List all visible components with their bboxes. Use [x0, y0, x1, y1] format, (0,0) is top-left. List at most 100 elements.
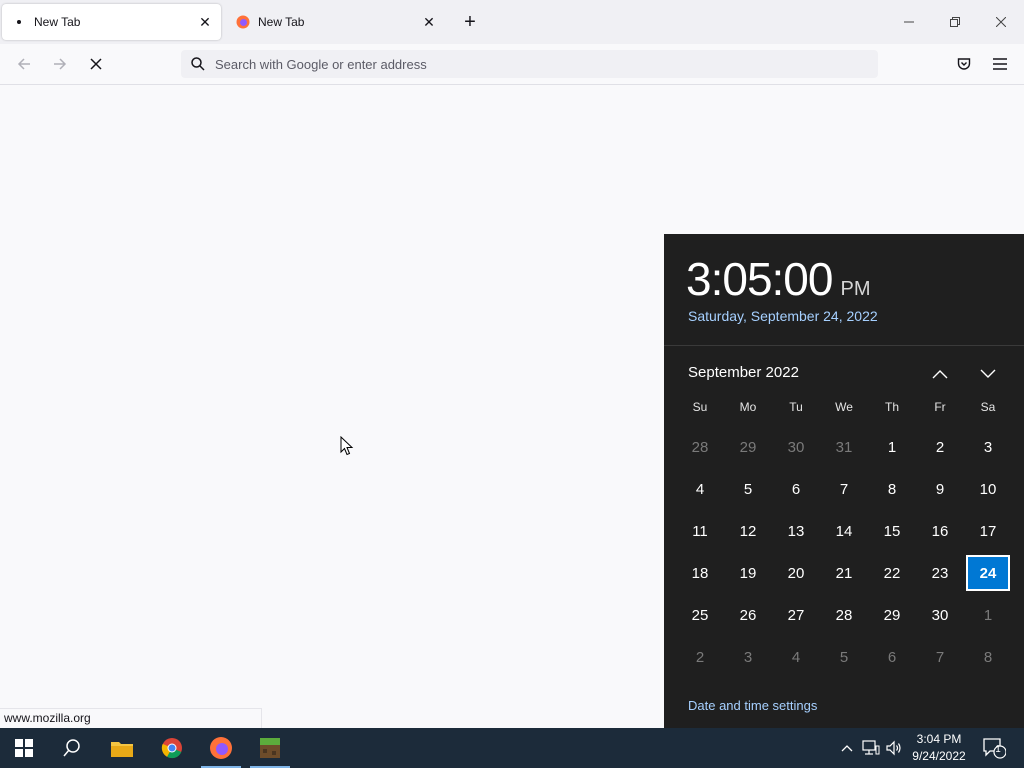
calendar-week-row: 28 29 30 31 1 2 3 — [676, 426, 1012, 468]
calendar-day[interactable]: 12 — [724, 510, 772, 552]
network-icon[interactable] — [860, 728, 882, 768]
calendar-day[interactable]: 19 — [724, 552, 772, 594]
tab-title: New Tab — [258, 15, 305, 29]
taskbar-date: 9/24/2022 — [912, 749, 966, 763]
date-time-settings-link[interactable]: Date and time settings — [688, 698, 817, 713]
calendar-grid: Su Mo Tu We Th Fr Sa 28 29 30 31 1 2 3 4… — [676, 400, 1012, 678]
calendar-day[interactable]: 1 — [964, 594, 1012, 636]
volume-icon[interactable] — [884, 728, 904, 768]
weekday-label: Sa — [980, 400, 996, 414]
calendar-day[interactable]: 16 — [916, 510, 964, 552]
tab-new-tab-1[interactable]: New Tab ✕ — [2, 4, 221, 40]
forward-arrow-icon[interactable] — [48, 52, 72, 76]
calendar-day[interactable]: 5 — [724, 468, 772, 510]
loading-dot-icon — [12, 15, 26, 29]
calendar-week-row: 2 3 4 5 6 7 8 — [676, 636, 1012, 678]
weekday-label: Fr — [934, 400, 946, 414]
calendar-day[interactable]: 11 — [676, 510, 724, 552]
weekday-label: We — [835, 400, 853, 414]
firefox-taskbar-icon[interactable] — [197, 728, 245, 768]
flyout-time: 3:05:00 PM — [686, 253, 871, 305]
calendar-day[interactable]: 20 — [772, 552, 820, 594]
calendar-day[interactable]: 9 — [916, 468, 964, 510]
weekday-header-row: Su Mo Tu We Th Fr Sa — [676, 400, 1012, 426]
address-bar[interactable]: Search with Google or enter address — [181, 50, 878, 78]
show-hidden-icons-chevron-icon[interactable] — [838, 728, 856, 768]
tab-close-icon[interactable]: ✕ — [195, 12, 215, 32]
calendar-day[interactable]: 2 — [676, 636, 724, 678]
tab-new-tab-2[interactable]: New Tab ✕ — [226, 4, 445, 40]
file-explorer-icon[interactable] — [98, 728, 146, 768]
mouse-cursor-icon — [340, 436, 354, 456]
stop-loading-icon[interactable] — [84, 52, 108, 76]
notification-count-badge: 1 — [995, 744, 1001, 755]
calendar-day[interactable]: 4 — [772, 636, 820, 678]
search-magnifier-icon[interactable] — [48, 728, 96, 768]
weekday-label: Su — [692, 400, 708, 414]
restore-icon[interactable] — [932, 0, 978, 44]
calendar-day[interactable]: 25 — [676, 594, 724, 636]
next-month-chevron-down-icon[interactable] — [976, 362, 1000, 386]
calendar-day[interactable]: 4 — [676, 468, 724, 510]
action-center-icon[interactable]: 1 — [978, 728, 1010, 768]
tab-close-icon[interactable]: ✕ — [419, 12, 439, 32]
calendar-day[interactable]: 6 — [772, 468, 820, 510]
flyout-ampm: PM — [840, 278, 871, 300]
calendar-day[interactable]: 22 — [868, 552, 916, 594]
new-tab-plus-icon[interactable]: + — [458, 10, 482, 34]
calendar-day[interactable]: 29 — [724, 426, 772, 468]
pocket-icon[interactable] — [952, 52, 976, 76]
taskbar: 3:04 PM 9/24/2022 1 — [0, 728, 1024, 768]
calendar-week-row: 18 19 20 21 22 23 24 — [676, 552, 1012, 594]
calendar-day[interactable]: 29 — [868, 594, 916, 636]
calendar-day[interactable]: 10 — [964, 468, 1012, 510]
close-window-icon[interactable] — [978, 0, 1024, 44]
calendar-day[interactable]: 8 — [868, 468, 916, 510]
calendar-day[interactable]: 5 — [820, 636, 868, 678]
calendar-day[interactable]: 8 — [964, 636, 1012, 678]
calendar-day[interactable]: 30 — [772, 426, 820, 468]
previous-month-chevron-up-icon[interactable] — [928, 362, 952, 386]
calendar-day[interactable]: 1 — [868, 426, 916, 468]
weekday-label: Mo — [739, 400, 757, 414]
minimize-icon[interactable] — [886, 0, 932, 44]
calendar-day[interactable]: 6 — [868, 636, 916, 678]
weekday-label: Th — [884, 400, 899, 414]
taskbar-time: 3:04 PM — [916, 732, 962, 746]
calendar-day[interactable]: 21 — [820, 552, 868, 594]
minecraft-icon[interactable] — [246, 728, 294, 768]
calendar-day[interactable]: 14 — [820, 510, 868, 552]
navigation-toolbar: Search with Google or enter address — [0, 44, 1024, 85]
calendar-day-today[interactable]: 24 — [966, 555, 1010, 591]
calendar-day[interactable]: 26 — [724, 594, 772, 636]
calendar-day[interactable]: 18 — [676, 552, 724, 594]
weekday-label: Tu — [789, 400, 803, 414]
flyout-long-date[interactable]: Saturday, September 24, 2022 — [688, 308, 878, 324]
calendar-day[interactable]: 31 — [820, 426, 868, 468]
chrome-icon[interactable] — [148, 728, 196, 768]
start-windows-icon[interactable] — [0, 728, 48, 768]
tab-title: New Tab — [34, 15, 81, 29]
calendar-day[interactable]: 7 — [820, 468, 868, 510]
calendar-day[interactable]: 28 — [820, 594, 868, 636]
calendar-day[interactable]: 3 — [724, 636, 772, 678]
taskbar-clock[interactable]: 3:04 PM 9/24/2022 — [904, 731, 974, 765]
calendar-day[interactable]: 30 — [916, 594, 964, 636]
calendar-day[interactable]: 28 — [676, 426, 724, 468]
calendar-day[interactable]: 23 — [916, 552, 964, 594]
calendar-day[interactable]: 7 — [916, 636, 964, 678]
calendar-week-row: 25 26 27 28 29 30 1 — [676, 594, 1012, 636]
calendar-month-label[interactable]: September 2022 — [688, 364, 799, 381]
menu-icon[interactable] — [988, 52, 1012, 76]
calendar-day[interactable]: 2 — [916, 426, 964, 468]
firefox-icon — [236, 15, 250, 29]
search-icon — [190, 56, 206, 72]
back-arrow-icon[interactable] — [12, 52, 36, 76]
calendar-week-row: 11 12 13 14 15 16 17 — [676, 510, 1012, 552]
calendar-day[interactable]: 15 — [868, 510, 916, 552]
divider — [664, 345, 1024, 346]
calendar-day[interactable]: 3 — [964, 426, 1012, 468]
calendar-day[interactable]: 27 — [772, 594, 820, 636]
calendar-day[interactable]: 13 — [772, 510, 820, 552]
calendar-day[interactable]: 17 — [964, 510, 1012, 552]
